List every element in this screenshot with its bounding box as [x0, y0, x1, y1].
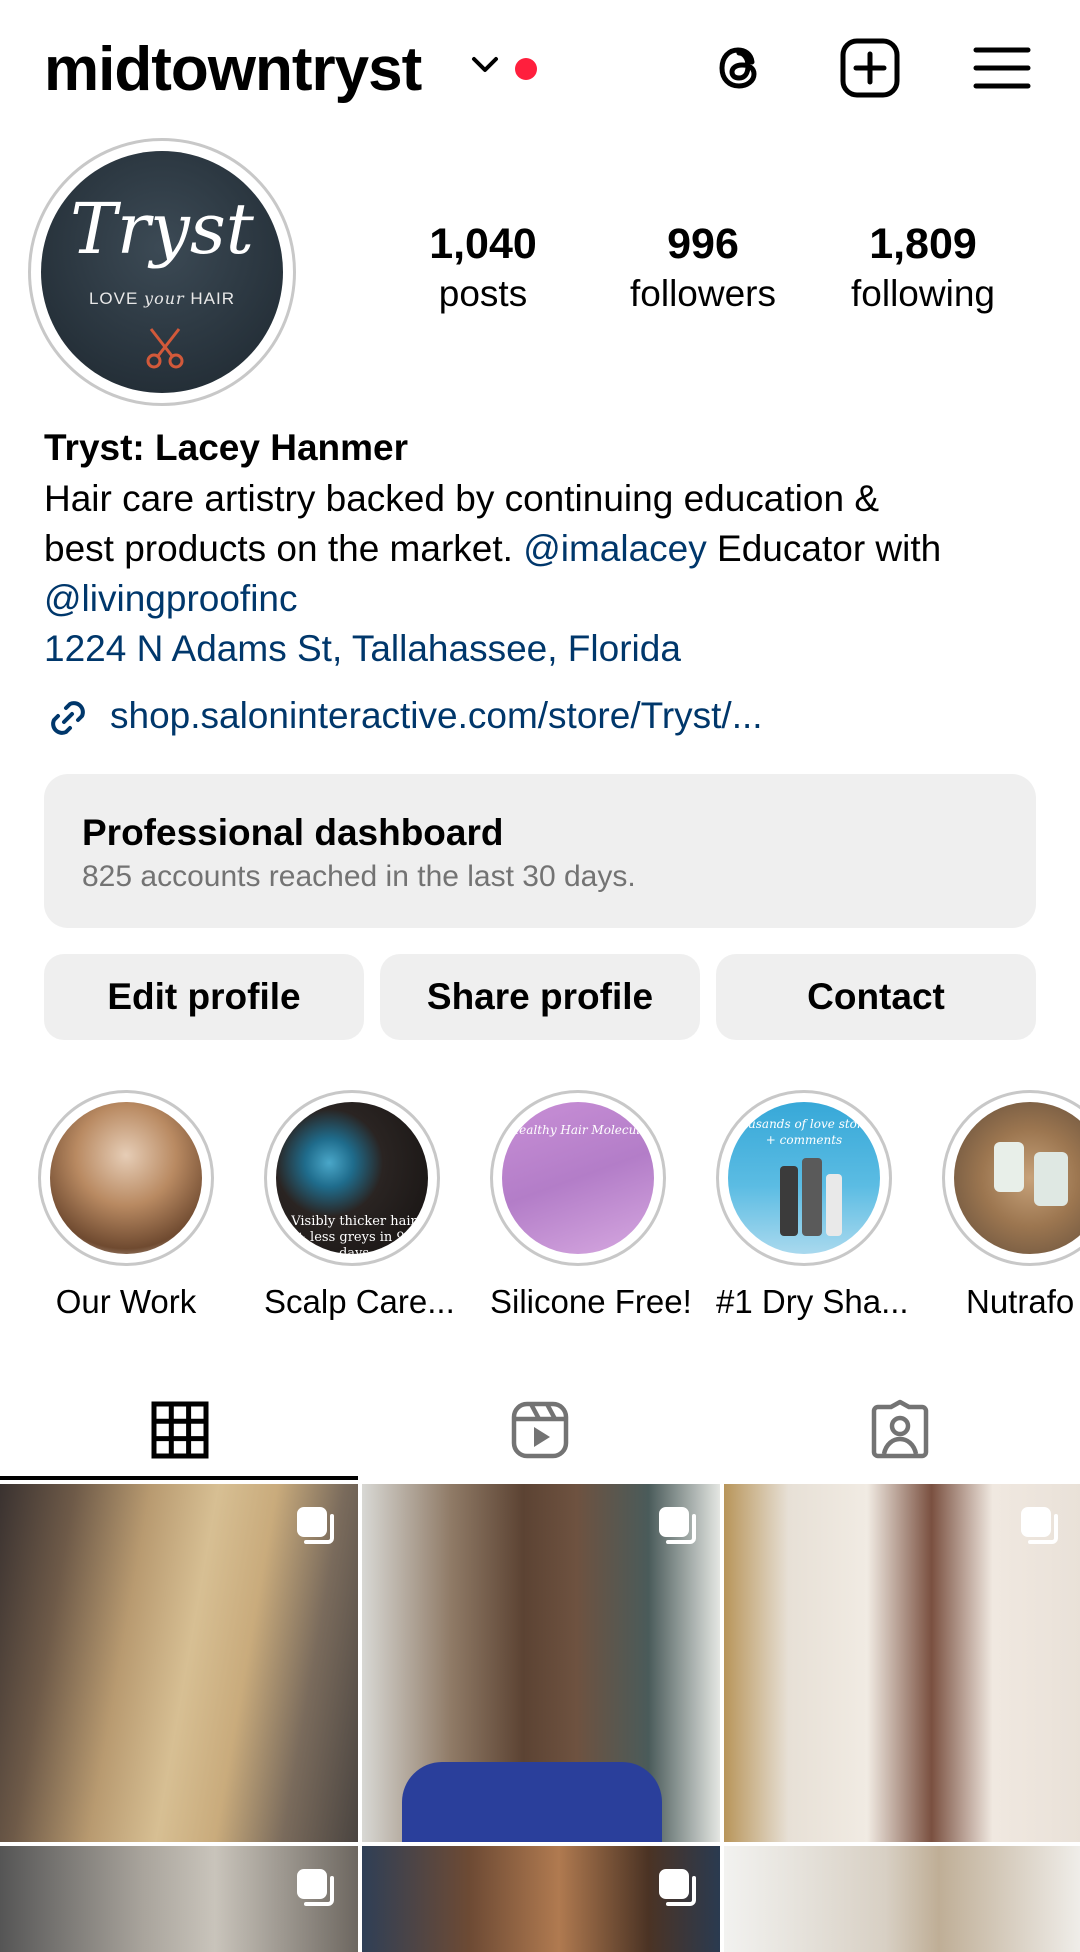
grid-post[interactable] — [0, 1484, 358, 1842]
highlight-image: Healthy Hair Molecule — [502, 1102, 654, 1254]
highlight-dry-shampoo[interactable]: thousands of love stories + comments #1 … — [716, 1090, 909, 1324]
multiple-posts-icon — [1020, 1506, 1060, 1546]
tab-reels[interactable] — [360, 1380, 720, 1480]
grid-icon — [151, 1401, 209, 1459]
stat-following[interactable]: 1,809 following — [838, 218, 1008, 318]
avatar-logo-text: Tryst — [70, 188, 254, 270]
profile-tabs — [0, 1380, 1080, 1480]
dashboard-subtitle: 825 accounts reached in the last 30 days… — [82, 860, 636, 893]
bio-section: Tryst: Lacey Hanmer Hair care artistry b… — [44, 422, 1044, 674]
profile-avatar[interactable]: Tryst LOVE your HAIR — [28, 138, 296, 406]
highlight-image: Visibly thicker hair + less greys in 90 … — [276, 1102, 428, 1254]
top-bar: midtowntryst — [0, 0, 1080, 140]
chevron-down-icon[interactable] — [470, 54, 500, 76]
address-link[interactable]: 1224 N Adams St, Tallahassee, Florida — [44, 624, 1044, 674]
highlight-image: thousands of love stories + comments — [728, 1102, 880, 1254]
grid-post[interactable] — [724, 1846, 1080, 1952]
create-post-icon[interactable] — [838, 36, 902, 100]
reels-icon — [511, 1401, 569, 1459]
grid-post[interactable] — [362, 1484, 720, 1842]
tagged-icon — [871, 1399, 929, 1459]
tab-tagged[interactable] — [720, 1380, 1080, 1480]
multiple-posts-icon — [658, 1868, 698, 1908]
professional-dashboard-card[interactable]: Professional dashboard 825 accounts reac… — [44, 774, 1036, 928]
contact-button[interactable]: Contact — [716, 954, 1036, 1040]
bio-line-1: Hair care artistry backed by continuing … — [44, 478, 879, 519]
stat-followers[interactable]: 996 followers — [618, 218, 788, 318]
link-icon — [44, 694, 92, 742]
highlight-image — [50, 1102, 202, 1254]
website-url[interactable]: shop.saloninteractive.com/store/Tryst/..… — [110, 690, 763, 742]
stat-posts[interactable]: 1,040 posts — [408, 218, 558, 318]
grid-post[interactable] — [362, 1846, 720, 1952]
active-tab-indicator — [0, 1476, 358, 1480]
mention-livingproofinc[interactable]: @livingproofinc — [44, 574, 1044, 624]
edit-profile-button[interactable]: Edit profile — [44, 954, 364, 1040]
highlight-image — [954, 1102, 1080, 1254]
avatar-tagline: LOVE your HAIR — [88, 289, 236, 308]
bio-line-2: best products on the market. @imalacey E… — [44, 528, 942, 569]
highlight-silicone-free[interactable]: Healthy Hair Molecule Silicone Free! — [490, 1090, 692, 1324]
threads-icon[interactable] — [708, 36, 772, 100]
scissors-icon — [141, 323, 189, 371]
share-profile-button[interactable]: Share profile — [380, 954, 700, 1040]
profile-display-name: Tryst: Lacey Hanmer — [44, 427, 409, 468]
multiple-posts-icon — [296, 1506, 336, 1546]
grid-post[interactable] — [724, 1484, 1080, 1842]
tab-grid[interactable] — [0, 1380, 360, 1480]
highlight-our-work[interactable]: Our Work — [38, 1090, 214, 1324]
username[interactable]: midtowntryst — [44, 30, 422, 110]
highlight-nutrafol[interactable]: Nutrafo — [942, 1090, 1080, 1324]
avatar-image: Tryst LOVE your HAIR — [41, 151, 283, 393]
mention-imalacey[interactable]: @imalacey — [523, 528, 707, 569]
grid-post[interactable] — [0, 1846, 358, 1952]
highlight-scalp-care[interactable]: Visibly thicker hair + less greys in 90 … — [264, 1090, 455, 1324]
multiple-posts-icon — [296, 1868, 336, 1908]
notification-dot — [515, 58, 537, 80]
menu-icon[interactable] — [970, 36, 1034, 100]
multiple-posts-icon — [658, 1506, 698, 1546]
dashboard-title: Professional dashboard — [82, 812, 504, 853]
